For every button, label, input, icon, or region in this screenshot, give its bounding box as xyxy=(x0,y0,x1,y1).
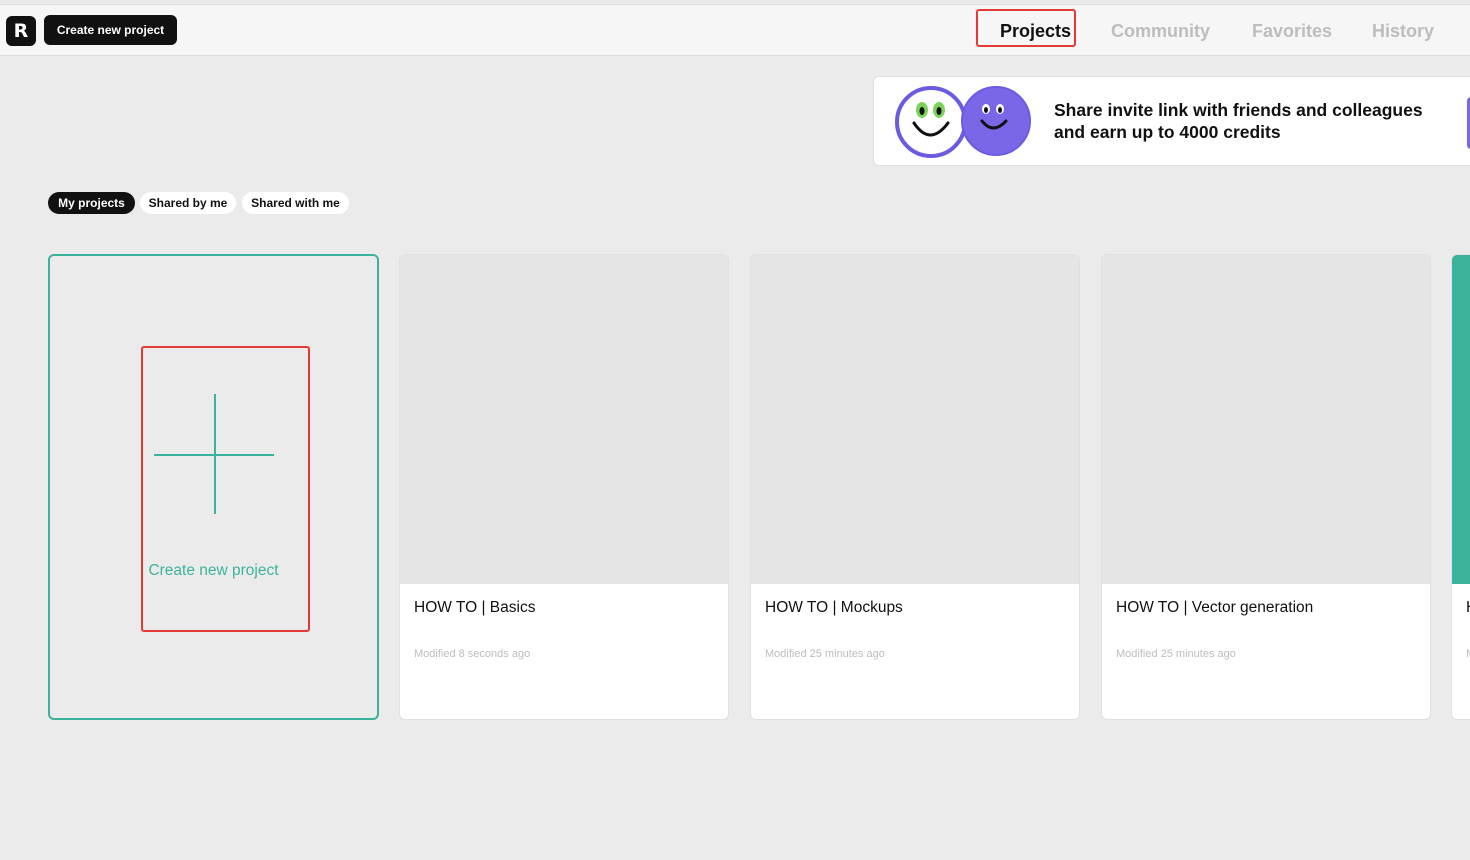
project-modified: M xyxy=(1466,648,1470,660)
project-thumbnail xyxy=(1102,255,1430,584)
tab-projects[interactable]: Projects xyxy=(1000,15,1071,48)
project-card[interactable]: HOW TO | Basics Modified 8 seconds ago xyxy=(399,254,729,720)
create-new-project-card[interactable]: Create new project xyxy=(48,254,379,720)
project-card-partial[interactable]: H M xyxy=(1451,254,1470,720)
project-title: H xyxy=(1466,599,1470,617)
project-thumbnail xyxy=(400,255,728,584)
project-thumbnail xyxy=(751,255,1079,584)
invite-banner-text: Share invite link with friends and colle… xyxy=(1054,100,1423,142)
filter-shared-with-me[interactable]: Shared with me xyxy=(242,192,349,214)
purple-smiley-icon xyxy=(961,86,1031,156)
invite-banner[interactable]: Share invite link with friends and colle… xyxy=(873,76,1470,166)
tab-community[interactable]: Community xyxy=(1111,15,1210,48)
filter-my-projects[interactable]: My projects xyxy=(48,192,135,214)
project-card[interactable]: HOW TO | Vector generation Modified 25 m… xyxy=(1101,254,1431,720)
tab-history[interactable]: History xyxy=(1372,15,1434,48)
create-new-project-button[interactable]: Create new project xyxy=(44,15,177,45)
top-bar: R Create new project Projects Community … xyxy=(0,4,1470,56)
project-modified: Modified 8 seconds ago xyxy=(414,648,531,660)
project-card[interactable]: HOW TO | Mockups Modified 25 minutes ago xyxy=(750,254,1080,720)
project-title: HOW TO | Mockups xyxy=(765,599,903,616)
create-new-project-label: Create new project xyxy=(148,562,279,579)
project-modified: Modified 25 minutes ago xyxy=(765,648,885,660)
project-title: HOW TO | Basics xyxy=(414,599,536,616)
project-thumbnail xyxy=(1452,255,1470,584)
project-modified: Modified 25 minutes ago xyxy=(1116,648,1236,660)
project-title: HOW TO | Vector generation xyxy=(1116,599,1314,616)
filter-shared-by-me[interactable]: Shared by me xyxy=(140,192,236,214)
plus-icon-horizontal xyxy=(154,454,274,456)
tab-favorites[interactable]: Favorites xyxy=(1252,15,1332,48)
app-logo[interactable]: R xyxy=(6,16,36,46)
